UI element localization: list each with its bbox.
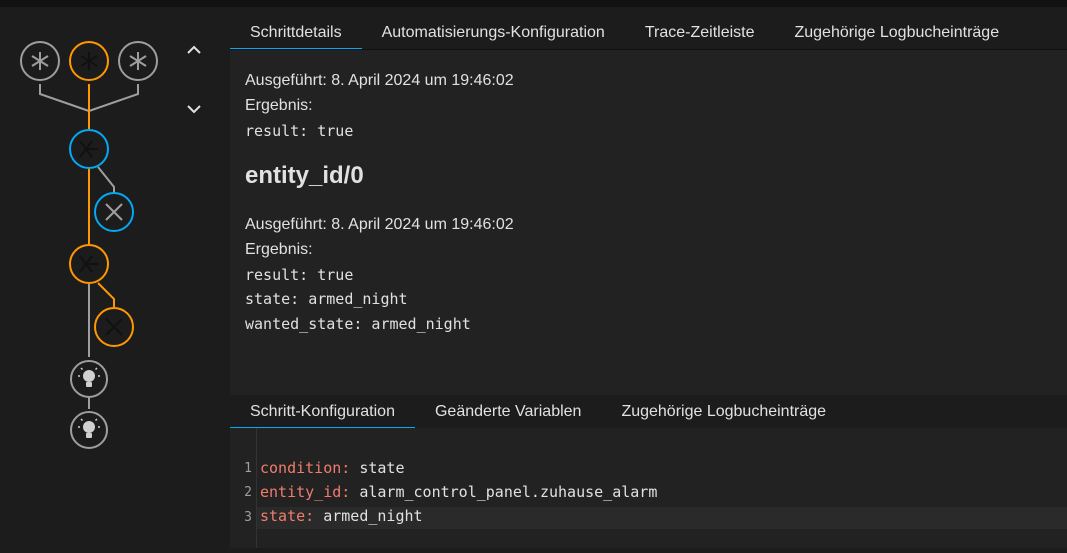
line-number: 2 [244, 485, 252, 500]
tab-step-config[interactable]: Schritt-Konfiguration [230, 395, 415, 429]
yaml-key: entity_id [260, 483, 342, 501]
next-step-button[interactable] [178, 93, 210, 125]
yaml-value: state [350, 459, 405, 477]
tab-related-logbook[interactable]: Zugehörige Logbucheinträge [774, 16, 1019, 49]
step-details-content: Ausgeführt: 8. April 2024 um 19:46:02 Er… [230, 50, 1067, 395]
chevron-up-icon [187, 45, 201, 54]
yaml-key: state [260, 507, 306, 525]
trigger-node-2[interactable] [69, 41, 109, 81]
top-bar [0, 0, 1067, 7]
state-value: state: armed_night [245, 290, 408, 308]
line-number: 3 [244, 510, 252, 525]
result-value: result: true [245, 266, 354, 284]
condition-node-2[interactable] [69, 244, 109, 284]
action-node-1[interactable] [70, 360, 108, 398]
executed-timestamp: Ausgeführt: 8. April 2024 um 19:46:02 [245, 72, 514, 89]
section-heading: entity_id/0 [245, 162, 364, 189]
trace-graph [20, 41, 158, 449]
condition-fail-node-1[interactable] [94, 192, 134, 232]
line-number-gutter: 1 2 3 [230, 428, 257, 548]
tab-trace-timeline[interactable]: Trace-Zeitleiste [625, 16, 775, 49]
detail-tabs: Schrittdetails Automatisierungs-Konfigur… [230, 16, 1019, 50]
code-line-active: state: armed_night [257, 507, 1067, 529]
path-condition1-fail [97, 166, 115, 193]
tab-automation-config[interactable]: Automatisierungs-Konfiguration [362, 16, 625, 49]
result-value: result: true [245, 122, 354, 140]
trigger-link-3 [88, 84, 139, 112]
trace-graph-panel [0, 7, 224, 553]
path-condition2-fail [97, 282, 115, 307]
yaml-editor[interactable]: 1 2 3 condition: state entity_id: alarm_… [230, 428, 1067, 548]
trigger-node-3[interactable] [118, 41, 158, 81]
chevron-down-icon [187, 105, 201, 114]
trigger-link-1 [39, 84, 90, 112]
previous-step-button[interactable] [178, 34, 210, 66]
executed-timestamp: Ausgeführt: 8. April 2024 um 19:46:02 [245, 216, 514, 233]
action-node-2[interactable] [70, 411, 108, 449]
wanted-state-value: wanted_state: armed_night [245, 315, 471, 333]
trigger-node-1[interactable] [20, 41, 60, 81]
tab-related-logbook-step[interactable]: Zugehörige Logbucheinträge [601, 395, 846, 428]
tab-step-details[interactable]: Schrittdetails [230, 16, 362, 50]
line-number: 1 [244, 461, 252, 476]
yaml-key: condition [260, 459, 342, 477]
code-line: condition: state [260, 459, 405, 477]
trace-detail-panel: Schrittdetails Automatisierungs-Konfigur… [224, 7, 1067, 553]
step-config-tabs: Schritt-Konfiguration Geänderte Variable… [230, 395, 846, 429]
result-label: Ergebnis: [245, 241, 313, 258]
yaml-value: armed_night [314, 507, 423, 525]
condition-fail-node-2[interactable] [94, 307, 134, 347]
yaml-value: alarm_control_panel.zuhause_alarm [350, 483, 658, 501]
tab-changed-variables[interactable]: Geänderte Variablen [415, 395, 601, 428]
condition-node-1[interactable] [69, 129, 109, 169]
code-line: entity_id: alarm_control_panel.zuhause_a… [260, 483, 658, 501]
result-label: Ergebnis: [245, 97, 313, 114]
